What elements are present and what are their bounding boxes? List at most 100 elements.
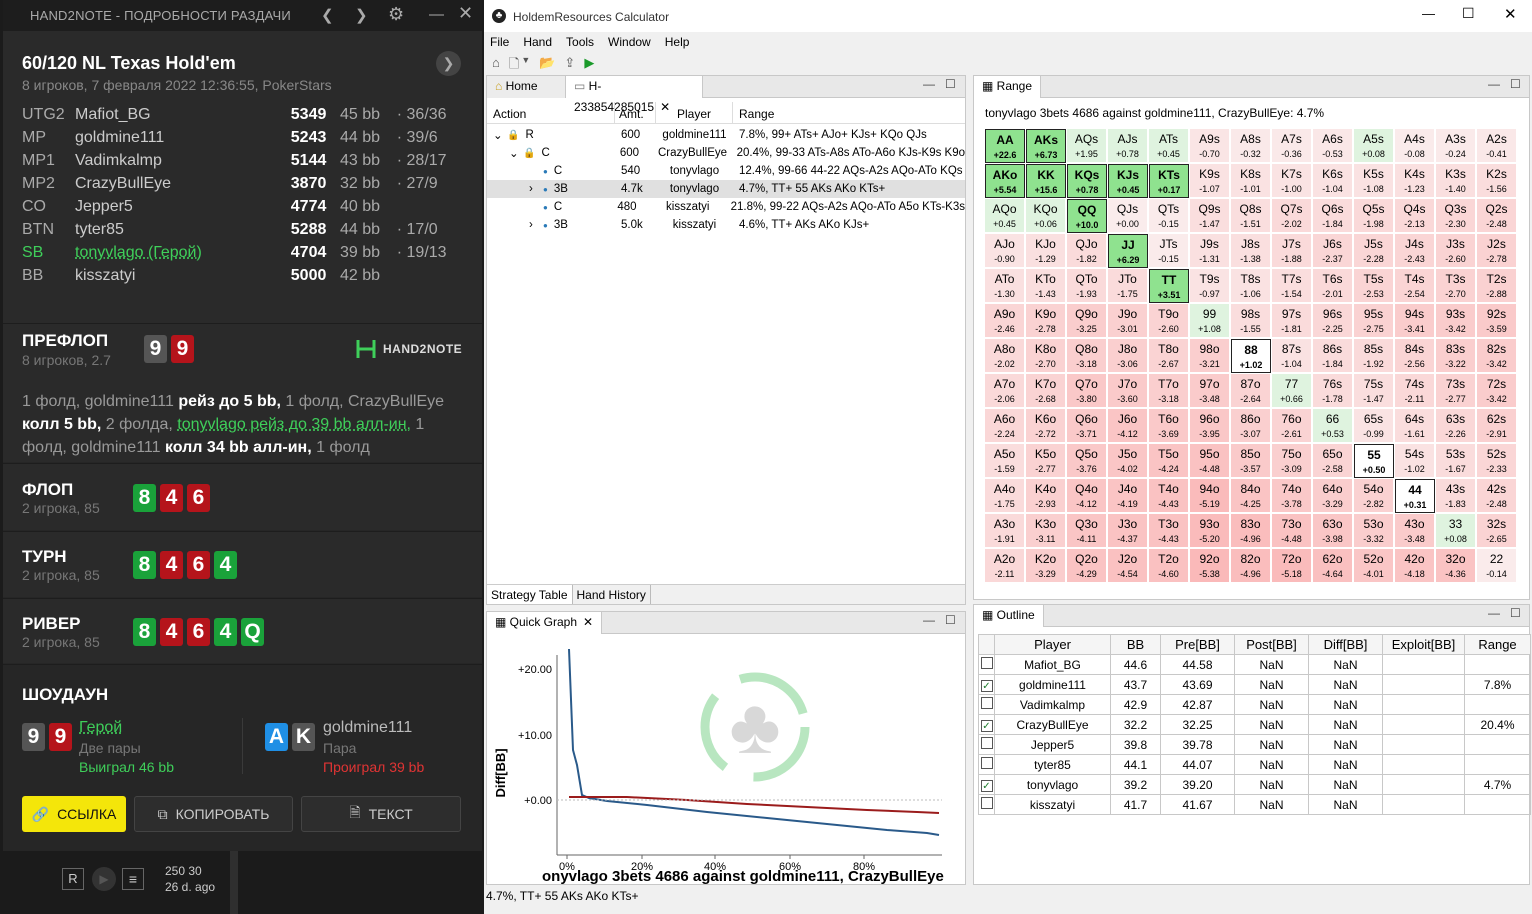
range-cell[interactable]: Q4o -4.12 xyxy=(1067,479,1107,513)
outline-row[interactable]: Mafiot_BG 44.6 44.58 NaN NaN xyxy=(978,654,1531,675)
range-cell[interactable]: J4s -2.43 xyxy=(1395,234,1435,268)
range-cell[interactable]: 92o -5.38 xyxy=(1190,549,1230,583)
row-checkbox[interactable] xyxy=(980,657,993,669)
range-cell[interactable]: Q7s -2.02 xyxy=(1272,199,1312,233)
range-cell[interactable]: Q2s -2.48 xyxy=(1477,199,1517,233)
r-button[interactable]: R xyxy=(62,868,84,890)
range-cell[interactable]: J6o -4.12 xyxy=(1108,409,1148,443)
range-cell[interactable]: 33 +0.08 xyxy=(1436,514,1476,548)
range-cell[interactable]: T2o -4.60 xyxy=(1149,549,1189,583)
range-cell[interactable]: A3o -1.91 xyxy=(985,514,1025,548)
row-checkbox[interactable] xyxy=(980,737,993,749)
range-cell[interactable]: AKs +6.73 xyxy=(1026,129,1066,163)
range-cell[interactable]: A5s +0.08 xyxy=(1354,129,1394,163)
range-cell[interactable]: JTs -0.15 xyxy=(1149,234,1189,268)
range-cell[interactable]: K8s -1.01 xyxy=(1231,164,1271,198)
tab-outline[interactable]: ▦ Outline xyxy=(974,605,1044,627)
row-checkbox[interactable] xyxy=(980,757,993,769)
range-cell[interactable]: KTs +0.17 xyxy=(1149,164,1189,198)
range-cell[interactable]: 93s -3.42 xyxy=(1436,304,1476,338)
range-cell[interactable]: J3s -2.60 xyxy=(1436,234,1476,268)
range-cell[interactable]: AQs +1.95 xyxy=(1067,129,1107,163)
range-cell[interactable]: K3o -3.11 xyxy=(1026,514,1066,548)
range-cell[interactable]: KJs +0.45 xyxy=(1108,164,1148,198)
range-cell[interactable]: T3s -2.70 xyxy=(1436,269,1476,303)
range-cell[interactable]: 87o -2.64 xyxy=(1231,374,1271,408)
range-cell[interactable]: Q3o -4.11 xyxy=(1067,514,1107,548)
panel-maximize-icon[interactable]: ☐ xyxy=(945,613,956,627)
range-cell[interactable]: J2o -4.54 xyxy=(1108,549,1148,583)
expand-icon[interactable]: › xyxy=(529,219,537,231)
range-cell[interactable]: 43o -3.48 xyxy=(1395,514,1435,548)
panel-minimize-icon[interactable]: — xyxy=(923,77,935,91)
range-cell[interactable]: 97s -1.81 xyxy=(1272,304,1312,338)
range-cell[interactable]: J8s -1.38 xyxy=(1231,234,1271,268)
range-cell[interactable]: A8s -0.32 xyxy=(1231,129,1271,163)
range-cell[interactable]: T3o -4.43 xyxy=(1149,514,1189,548)
range-cell[interactable]: AQo +0.45 xyxy=(985,199,1025,233)
range-cell[interactable]: 75o -3.09 xyxy=(1272,444,1312,478)
range-cell[interactable]: 97o -3.48 xyxy=(1190,374,1230,408)
run-icon[interactable]: ▶ xyxy=(584,55,594,77)
player-row[interactable]: MP goldmine111 5243 44 bb · 39/6 xyxy=(22,126,463,149)
panel-maximize-icon[interactable]: ☐ xyxy=(1510,606,1521,620)
range-cell[interactable]: 32s -2.65 xyxy=(1477,514,1517,548)
range-cell[interactable]: A4o -1.75 xyxy=(985,479,1025,513)
row-checkbox[interactable]: ✓ xyxy=(980,679,993,692)
range-cell[interactable]: K4o -2.93 xyxy=(1026,479,1066,513)
range-cell[interactable]: T6s -2.01 xyxy=(1313,269,1353,303)
strategy-row[interactable]: › ● 3B 5.0k kisszatyi 4.6%, TT+ AKs AKo KJs+ xyxy=(487,216,965,234)
range-cell[interactable]: T4o -4.43 xyxy=(1149,479,1189,513)
range-cell[interactable]: K5s -1.08 xyxy=(1354,164,1394,198)
range-cell[interactable]: Q9s -1.47 xyxy=(1190,199,1230,233)
range-cell[interactable]: K2s -1.56 xyxy=(1477,164,1517,198)
tab-quick-graph[interactable]: ▦ Quick Graph ✕ xyxy=(487,612,603,634)
range-cell[interactable]: 77 +0.66 xyxy=(1272,374,1312,408)
range-cell[interactable]: Q3s -2.30 xyxy=(1436,199,1476,233)
tab-range[interactable]: ▦ Range xyxy=(974,76,1042,98)
new-icon[interactable]: 🗋 xyxy=(509,55,519,77)
outline-row[interactable]: ✓ CrazyBullEye 32.2 32.25 NaN NaN 20.4% xyxy=(978,714,1531,735)
range-cell[interactable]: Q7o -3.80 xyxy=(1067,374,1107,408)
outline-col[interactable]: Diff[BB] xyxy=(1308,634,1383,655)
tab-hand[interactable]: ▭ H-233854285015 ✕ xyxy=(566,76,703,114)
range-cell[interactable]: 94s -3.41 xyxy=(1395,304,1435,338)
range-cell[interactable]: JTo -1.75 xyxy=(1108,269,1148,303)
tab-hand-history[interactable]: Hand History xyxy=(573,585,651,604)
range-cell[interactable]: K6s -1.04 xyxy=(1313,164,1353,198)
panel-minimize-icon[interactable]: — xyxy=(923,613,935,627)
range-cell[interactable]: Q4s -2.13 xyxy=(1395,199,1435,233)
next-icon[interactable]: ❯ xyxy=(355,6,368,24)
range-cell[interactable]: 73o -4.48 xyxy=(1272,514,1312,548)
range-cell[interactable]: AKo +5.54 xyxy=(985,164,1025,198)
range-cell[interactable]: KJo -1.29 xyxy=(1026,234,1066,268)
export-icon[interactable]: ⇪ xyxy=(564,55,575,77)
range-cell[interactable]: 86s -1.84 xyxy=(1313,339,1353,373)
player-row[interactable]: BTN tyter85 5288 44 bb · 17/0 xyxy=(22,218,463,241)
outline-row[interactable]: tyter85 44.1 44.07 NaN NaN xyxy=(978,754,1531,775)
range-cell[interactable]: 72s -3.42 xyxy=(1477,374,1517,408)
outline-col[interactable]: Player xyxy=(994,634,1111,655)
menu-window[interactable]: Window xyxy=(608,35,651,49)
range-cell[interactable]: A3s -0.24 xyxy=(1436,129,1476,163)
range-cell[interactable]: 94o -5.19 xyxy=(1190,479,1230,513)
range-cell[interactable]: 74s -2.11 xyxy=(1395,374,1435,408)
forward-arrow-icon[interactable]: ❯ xyxy=(436,51,461,76)
player-row[interactable]: MP1 Vadimkalmp 5144 43 bb · 28/17 xyxy=(22,149,463,172)
range-cell[interactable]: ATo -1.30 xyxy=(985,269,1025,303)
range-cell[interactable]: Q2o -4.29 xyxy=(1067,549,1107,583)
range-cell[interactable]: K4s -1.23 xyxy=(1395,164,1435,198)
range-cell[interactable]: 83o -4.96 xyxy=(1231,514,1271,548)
panel-minimize-icon[interactable]: — xyxy=(1488,606,1500,620)
range-cell[interactable]: K2o -3.29 xyxy=(1026,549,1066,583)
player-row[interactable]: UTG2 Mafiot_BG 5349 45 bb · 36/36 xyxy=(22,103,463,126)
range-cell[interactable]: 65s -0.99 xyxy=(1354,409,1394,443)
range-cell[interactable]: 44 +0.31 xyxy=(1395,479,1435,513)
list-icon[interactable]: ≡ xyxy=(122,868,144,890)
range-cell[interactable]: TT +3.51 xyxy=(1149,269,1189,303)
range-cell[interactable]: A6s -0.53 xyxy=(1313,129,1353,163)
range-cell[interactable]: J9o -3.01 xyxy=(1108,304,1148,338)
outline-row[interactable]: Vadimkalmp 42.9 42.87 NaN NaN xyxy=(978,694,1531,715)
range-cell[interactable]: ATs +0.45 xyxy=(1149,129,1189,163)
col-player[interactable]: Player xyxy=(656,102,733,123)
